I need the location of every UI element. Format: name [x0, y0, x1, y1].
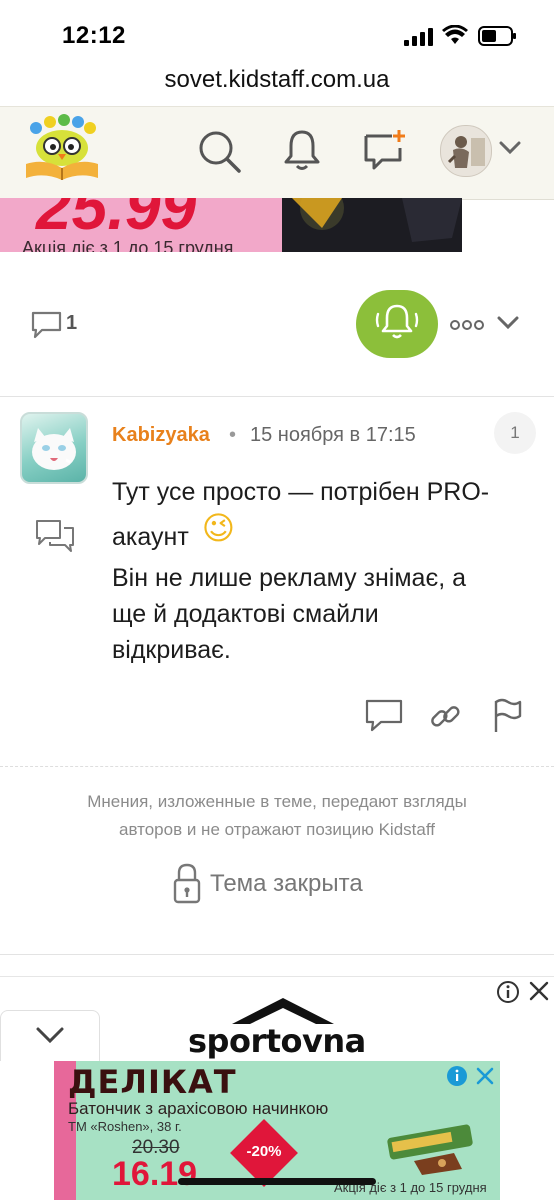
post-author-name[interactable]: Kabizyaka — [112, 424, 210, 447]
post-bottom-separator — [0, 766, 554, 767]
kidstaff-logo-icon[interactable] — [22, 114, 102, 189]
ad-product-tm: ТМ «Roshen», 38 г. — [68, 1119, 182, 1134]
account-chevron-down-icon[interactable] — [498, 140, 522, 161]
ad-info-icon[interactable] — [496, 980, 520, 1009]
top-ad-product-image — [282, 198, 462, 252]
bell-icon[interactable] — [282, 128, 322, 177]
author-avatar[interactable] — [20, 412, 88, 484]
ad-new-price: 16.19 — [112, 1155, 198, 1193]
battery-icon — [478, 26, 518, 51]
reply-icon[interactable] — [364, 698, 404, 739]
post-text-line: відкриває. — [112, 636, 231, 664]
ad-product-title: Батончик з арахісовою начинкою — [68, 1099, 329, 1118]
section-divider — [0, 396, 554, 397]
post-text-line: Він не лише рекламу знімає, а — [112, 564, 466, 592]
post-text-line: Тут усе просто — потрібен PRO- — [112, 478, 490, 506]
lock-icon — [172, 862, 202, 911]
ad-choices-close-icon[interactable] — [474, 1065, 496, 1092]
ad-choices-info-icon[interactable] — [446, 1065, 468, 1092]
address-bar-url[interactable]: sovet.kidstaff.com.ua — [0, 66, 554, 94]
post-text-line: акаунт 😉 — [112, 510, 235, 555]
meta-separator: • — [229, 424, 237, 446]
copy-link-icon[interactable] — [428, 700, 462, 739]
roshen-bar-image — [384, 1117, 480, 1182]
sportovna-logo-text: sportovna — [188, 1022, 366, 1060]
footer-divider — [0, 954, 554, 955]
topic-closed-label: Тема закрыта — [210, 870, 363, 897]
ad-close-icon[interactable] — [528, 980, 550, 1007]
status-time: 12:12 — [62, 22, 126, 49]
reply-thread-icon[interactable] — [34, 518, 76, 559]
post-text-line-content: акаунт — [112, 523, 189, 551]
ad-collapse-tab[interactable] — [0, 1010, 100, 1061]
signal-icon — [404, 28, 434, 51]
chat-plus-icon[interactable] — [362, 128, 408, 177]
top-ad-subtitle: Акція діє з 1 до 15 грудня — [22, 238, 234, 252]
ad-discount: -20% — [246, 1143, 282, 1160]
topic-chevron-down-icon[interactable] — [496, 314, 520, 337]
post-number-badge[interactable]: 1 — [494, 412, 536, 454]
comments-count: 1 — [66, 312, 78, 334]
subscribe-bell-button[interactable] — [356, 290, 438, 358]
report-flag-icon[interactable] — [492, 698, 524, 739]
search-icon[interactable] — [196, 128, 242, 179]
top-ad-banner[interactable]: 25.99 Акція діє з 1 до 15 грудня — [0, 198, 462, 252]
disclaimer-line: авторов и не отражают позицию Kidstaff — [119, 820, 435, 839]
post-text-line: ще й додактові смайли — [112, 600, 379, 628]
wifi-icon — [442, 24, 468, 50]
user-avatar[interactable] — [440, 125, 492, 177]
delikat-brand: ДЕЛІКАТ — [68, 1063, 237, 1101]
home-indicator — [178, 1178, 376, 1185]
winking-face-emoji: 😉 — [201, 509, 236, 547]
sportovna-logo[interactable]: sportovna — [188, 996, 378, 1060]
post-date[interactable]: 15 ноября в 17:15 — [250, 424, 416, 447]
more-options-icon[interactable] — [450, 318, 484, 336]
disclaimer-line: Мнения, изложенные в теме, передают взгл… — [87, 792, 467, 811]
comment-count-icon[interactable] — [30, 310, 64, 345]
